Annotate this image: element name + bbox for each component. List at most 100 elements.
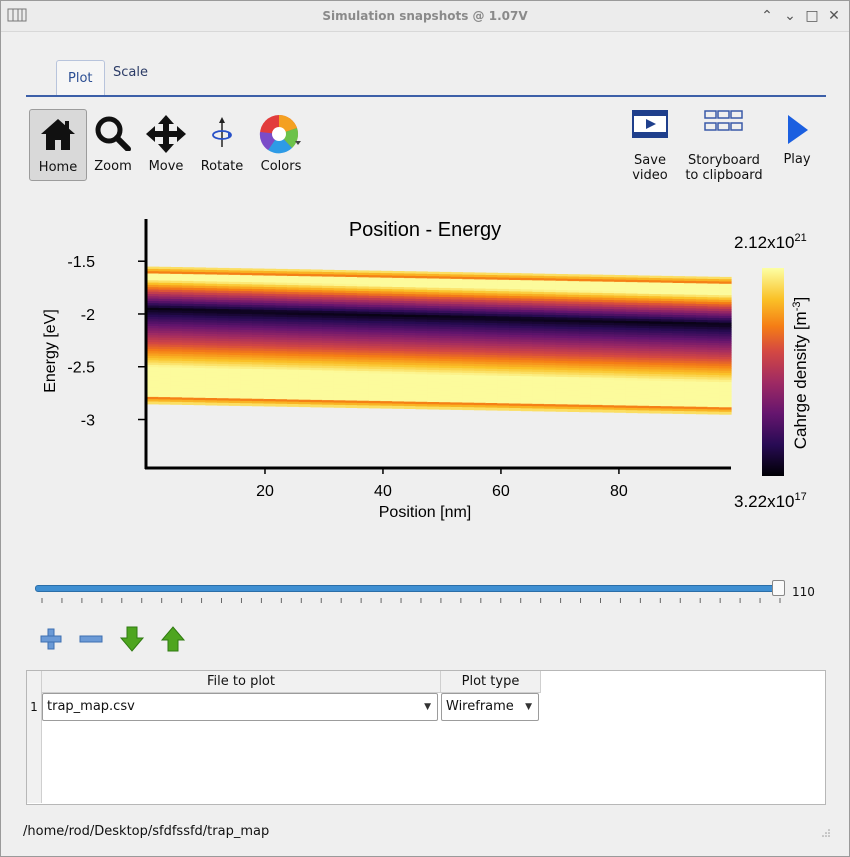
frame-slider-value: 110	[792, 585, 815, 599]
main-window: Simulation snapshots @ 1.07V ⌃ ⌄ □ ✕ Plo…	[0, 0, 850, 857]
column-header-plot-type[interactable]: Plot type	[441, 671, 541, 693]
arrow-up-icon[interactable]	[159, 625, 187, 653]
tab-scale[interactable]: Scale	[102, 55, 159, 89]
heatmap-cell	[637, 410, 650, 414]
heatmap-cell	[333, 404, 347, 408]
heatmap-cell	[205, 402, 218, 406]
heatmap-cell	[240, 403, 253, 407]
heatmap-cell	[579, 409, 592, 413]
frame-slider-handle[interactable]	[772, 580, 785, 596]
y-tick-label: -3	[81, 413, 95, 430]
storyboard-label-2: to clipboard	[685, 168, 763, 183]
table-corner	[27, 671, 42, 693]
storyboard-button[interactable]: Storyboard to clipboard	[681, 109, 767, 183]
tab-plot[interactable]: Plot	[56, 60, 105, 95]
heatmap-cell	[147, 401, 160, 405]
close-button[interactable]: ✕	[825, 7, 843, 25]
minimize-button[interactable]: ⌄	[781, 7, 799, 25]
colorbar	[762, 268, 784, 476]
save-video-label-1: Save	[634, 153, 666, 168]
save-video-button[interactable]: Save video	[625, 109, 675, 183]
heatmap-cell	[625, 410, 639, 414]
arrow-down-icon[interactable]	[118, 625, 146, 653]
resize-grip-icon[interactable]	[821, 828, 831, 838]
plus-icon[interactable]	[37, 625, 65, 653]
film-icon	[632, 110, 668, 138]
heatmap-cell	[182, 402, 195, 405]
heatmap-cell	[392, 405, 405, 409]
play-button[interactable]: Play	[773, 109, 821, 167]
heatmap-cell	[158, 401, 171, 405]
heatmap-cell	[217, 402, 230, 406]
colors-label: Colors	[260, 159, 302, 174]
heatmap-area	[147, 266, 732, 415]
tab-bar: Plot Scale	[26, 59, 826, 97]
x-tick-label: 80	[610, 483, 628, 500]
status-path: /home/rod/Desktop/sfdfssfd/trap_map	[23, 824, 270, 839]
maximize-button[interactable]: □	[803, 7, 821, 25]
y-tick-label: -2.5	[67, 360, 95, 377]
heatmap-cell	[696, 411, 709, 415]
heatmap-cell	[462, 407, 475, 411]
heatmap-cell	[404, 406, 417, 409]
heatmap-cell	[263, 403, 277, 407]
row-number[interactable]: 1	[27, 693, 41, 721]
rotate-button[interactable]: Rotate	[194, 109, 250, 179]
y-tick-label: -1.5	[67, 254, 95, 271]
plot-type-select[interactable]: Wireframe ▼	[441, 693, 539, 721]
chevron-down-icon: ▼	[424, 702, 431, 712]
heatmap-cell	[660, 410, 674, 414]
y-axis-label: Energy [eV]	[42, 309, 59, 393]
zoom-label: Zoom	[94, 159, 132, 174]
colorbar-min: 3.22x1017	[734, 491, 807, 511]
move-icon	[146, 115, 186, 153]
x-tick-label: 40	[374, 483, 392, 500]
storyboard-label-1: Storyboard	[688, 153, 760, 168]
heatmap-chart[interactable]: 20 40 60 80 -1.5 -2 -2.5 -3 Position - Energy P…	[31, 211, 831, 531]
heatmap-cell	[357, 405, 370, 409]
move-button[interactable]: Move	[138, 109, 194, 179]
color-wheel-icon	[259, 115, 301, 154]
heatmap-cell	[298, 404, 312, 408]
shade-button[interactable]: ⌃	[758, 7, 776, 25]
home-button[interactable]: Home	[29, 109, 87, 181]
heatmap-cell	[310, 404, 323, 408]
minus-icon[interactable]	[77, 625, 105, 653]
colors-button[interactable]: Colors	[253, 109, 309, 179]
heatmap-cell	[380, 405, 393, 409]
frame-slider-track[interactable]	[35, 585, 782, 592]
zoom-icon	[95, 116, 131, 151]
file-table: File to plot Plot type 1 trap_map.csv ▼ …	[26, 670, 826, 805]
rotate-label: Rotate	[200, 159, 244, 174]
heatmap-cell	[170, 401, 183, 405]
heatmap-cell	[485, 407, 498, 411]
plot-type-value: Wireframe	[446, 699, 514, 714]
chevron-down-icon: ▼	[525, 702, 532, 712]
home-icon	[41, 119, 75, 150]
save-video-label-2: video	[632, 168, 668, 183]
heatmap-cell	[672, 411, 685, 414]
heatmap-cell	[614, 409, 627, 413]
heatmap-cell	[474, 407, 487, 411]
heatmap-cell	[287, 404, 300, 407]
heatmap-cell	[532, 408, 545, 412]
heatmap-cell	[509, 408, 522, 411]
window-title: Simulation snapshots @ 1.07V	[322, 9, 528, 23]
heatmap-cell	[228, 403, 242, 406]
slider-ticks	[41, 598, 781, 603]
x-tick-label: 20	[256, 483, 274, 500]
file-select-value: trap_map.csv	[47, 699, 135, 714]
heatmap-cell	[275, 403, 288, 407]
heatmap-cell	[345, 405, 358, 408]
zoom-button[interactable]: Zoom	[85, 109, 141, 179]
x-tick-label: 60	[492, 483, 510, 500]
heatmap-cell	[555, 408, 569, 412]
heatmap-cell	[450, 407, 463, 410]
heatmap-cell	[368, 405, 382, 409]
column-header-file[interactable]: File to plot	[42, 671, 441, 693]
heatmap-cell	[707, 411, 720, 415]
heatmap-cell	[649, 410, 662, 414]
colorbar-label: Cahrge density [m-3]	[791, 297, 810, 449]
file-select[interactable]: trap_map.csv ▼	[42, 693, 438, 721]
home-label: Home	[38, 160, 78, 175]
